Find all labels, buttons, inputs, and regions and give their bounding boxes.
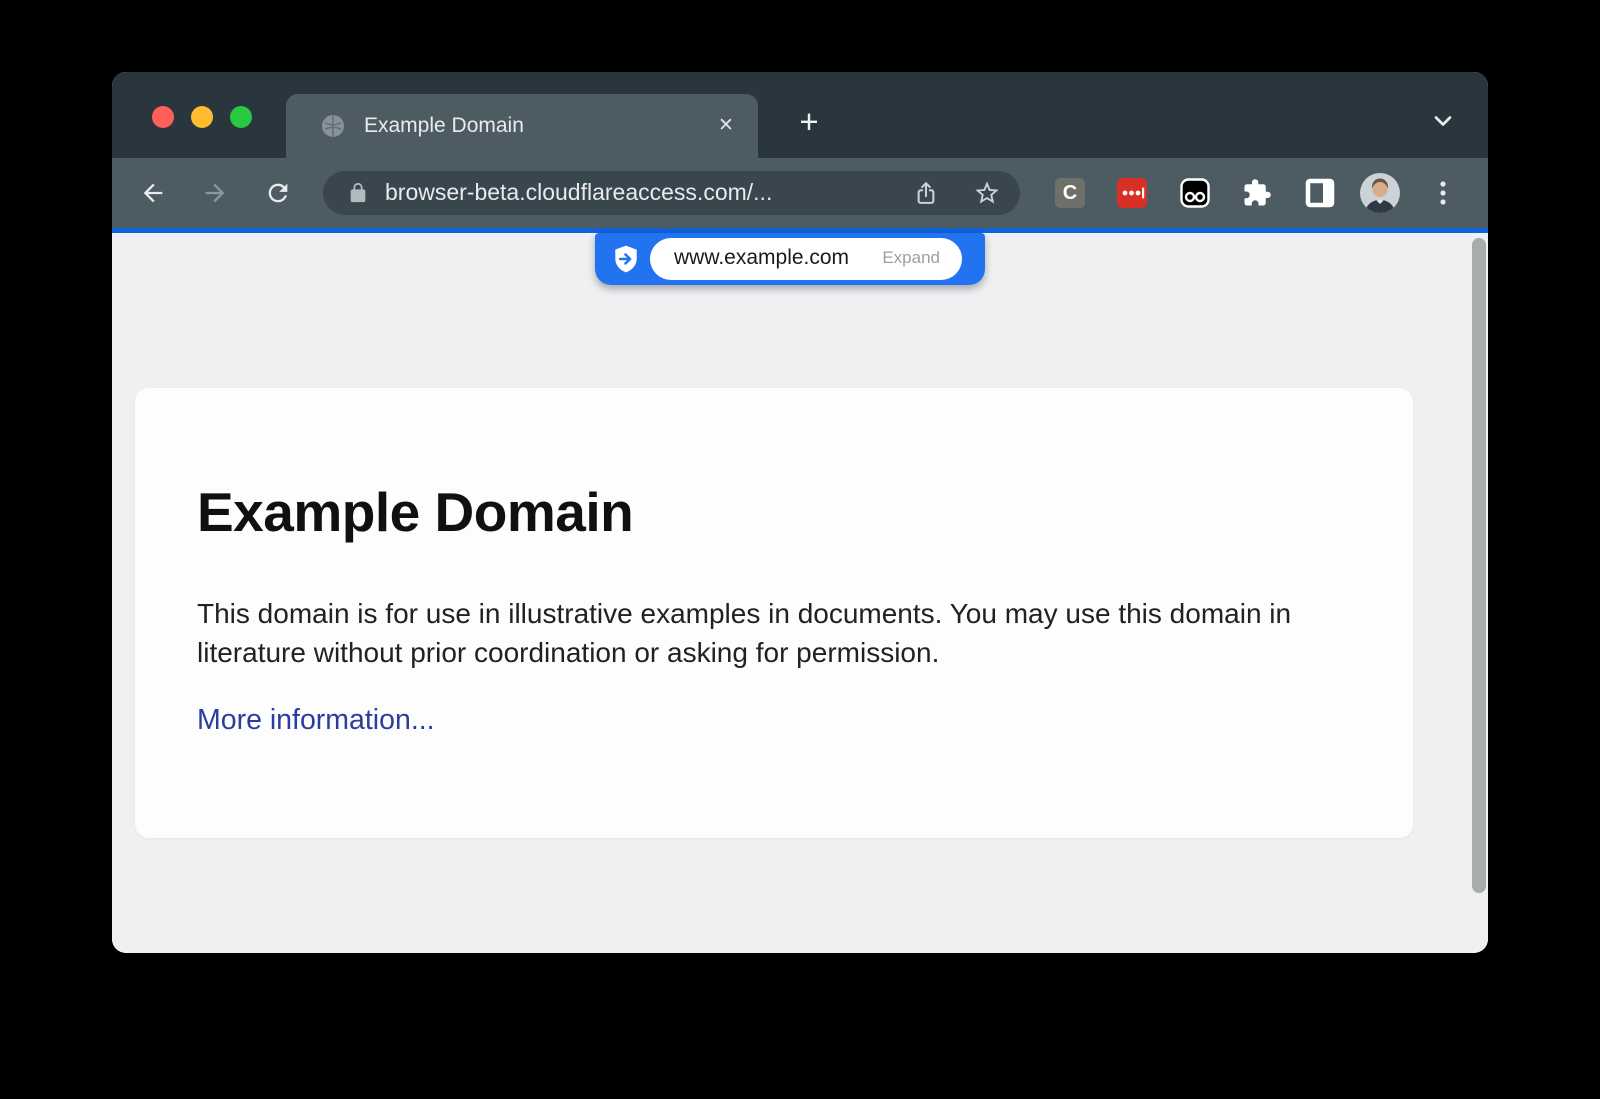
- browser-tab[interactable]: Example Domain ✕: [286, 94, 758, 158]
- isolated-hostname: www.example.com: [674, 246, 849, 270]
- isolated-url-pill[interactable]: www.example.com Expand: [650, 238, 962, 280]
- page-heading: Example Domain: [197, 480, 1413, 544]
- browser-window: Example Domain ✕ +: [112, 72, 1488, 953]
- reload-button[interactable]: [264, 179, 292, 207]
- share-icon[interactable]: [913, 180, 939, 206]
- goggles-extension-icon[interactable]: [1180, 178, 1210, 208]
- url-text: browser-beta.cloudflareaccess.com/...: [385, 179, 772, 206]
- back-button[interactable]: [139, 179, 167, 207]
- tab-close-icon[interactable]: ✕: [712, 112, 740, 140]
- more-information-link[interactable]: More information...: [197, 704, 435, 737]
- lastpass-extension-icon[interactable]: [1117, 178, 1147, 208]
- traffic-light-minimize-button[interactable]: [191, 106, 213, 128]
- traffic-light-close-button[interactable]: [152, 106, 174, 128]
- page-paragraph: This domain is for use in illustrative e…: [197, 594, 1347, 672]
- address-bar[interactable]: browser-beta.cloudflareaccess.com/...: [323, 171, 1020, 215]
- menu-kebab-icon[interactable]: [1435, 179, 1451, 207]
- tab-strip: Example Domain ✕ +: [112, 72, 1488, 158]
- scrollbar-thumb[interactable]: [1472, 238, 1486, 893]
- page-content: www.example.com Expand Example Domain Th…: [112, 233, 1488, 953]
- globe-favicon-icon: [320, 113, 346, 139]
- expand-button[interactable]: Expand: [882, 248, 940, 268]
- profile-avatar[interactable]: [1360, 173, 1400, 213]
- browser-toolbar: browser-beta.cloudflareaccess.com/... C: [112, 158, 1488, 228]
- tab-title: Example Domain: [364, 114, 524, 138]
- shield-icon: [611, 244, 641, 274]
- content-card: Example Domain This domain is for use in…: [135, 388, 1413, 838]
- extensions-puzzle-icon[interactable]: [1242, 178, 1272, 208]
- lock-icon[interactable]: [347, 182, 369, 204]
- screenshot-stage: Example Domain ✕ +: [0, 0, 1600, 1099]
- traffic-light-zoom-button[interactable]: [230, 106, 252, 128]
- side-panel-icon[interactable]: [1305, 178, 1335, 208]
- browser-isolation-pill[interactable]: www.example.com Expand: [595, 233, 985, 285]
- chevron-down-icon[interactable]: [1429, 107, 1457, 135]
- extension-c-icon[interactable]: C: [1055, 178, 1085, 208]
- new-tab-button[interactable]: +: [790, 104, 828, 142]
- forward-button[interactable]: [201, 179, 229, 207]
- bookmark-star-icon[interactable]: [973, 179, 1001, 207]
